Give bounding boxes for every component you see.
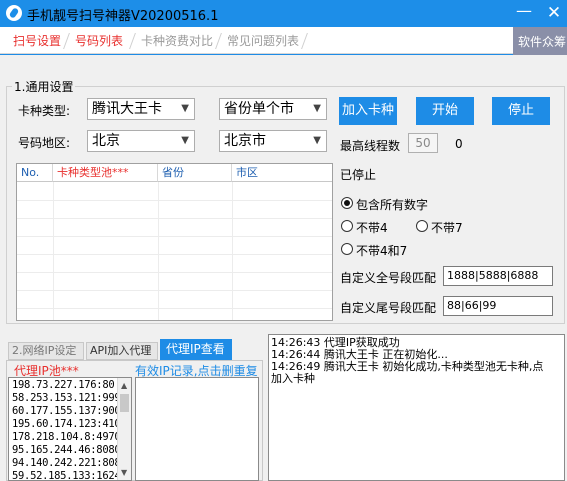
grid-line bbox=[17, 254, 332, 255]
province-value: 北京 bbox=[92, 133, 120, 149]
grid-line bbox=[53, 182, 54, 320]
ip-pool-list[interactable]: 198.73.227.176:80 58.253.153.121:9999 60… bbox=[8, 377, 132, 481]
start-button[interactable]: 开始 bbox=[416, 97, 474, 125]
grid-line bbox=[17, 200, 332, 201]
column-header-province[interactable]: 省份 bbox=[158, 164, 232, 182]
stop-button[interactable]: 停止 bbox=[492, 97, 550, 125]
no4and7-radio[interactable] bbox=[341, 243, 353, 255]
grid-line bbox=[17, 290, 332, 291]
tab-proxy-ip-view[interactable]: 代理IP查看 bbox=[160, 339, 232, 360]
tab-divider bbox=[129, 33, 136, 49]
grid-line bbox=[158, 182, 159, 320]
column-header-city[interactable]: 市区 bbox=[232, 164, 332, 182]
add-card-button[interactable]: 加入卡种 bbox=[339, 97, 397, 125]
app-logo-icon bbox=[6, 5, 22, 21]
all-digits-label[interactable]: 包含所有数字 bbox=[356, 196, 428, 213]
full-match-input[interactable]: 1888|5888|6888 bbox=[443, 266, 553, 286]
max-threads-label: 最高线程数 bbox=[340, 139, 401, 153]
card-pool-grid[interactable]: No. 卡种类型池*** 省份 市区 bbox=[16, 163, 333, 321]
thread-count: 0 bbox=[455, 137, 463, 151]
scroll-down-icon[interactable]: ▼ bbox=[121, 468, 127, 477]
status-text: 已停止 bbox=[340, 168, 377, 182]
minimize-button[interactable]: — bbox=[512, 0, 536, 26]
tab-faq[interactable]: 常见问题列表 bbox=[227, 30, 299, 52]
grid-line bbox=[17, 218, 332, 219]
list-item[interactable]: 95.165.244.46:8080 bbox=[12, 444, 121, 456]
tail-match-input[interactable]: 88|66|99 bbox=[443, 296, 553, 316]
tab-network-ip[interactable]: 2.网络IP设定 bbox=[8, 342, 84, 360]
tab-scan-settings[interactable]: 扫号设置 bbox=[13, 30, 61, 52]
max-threads-input[interactable]: 50 bbox=[408, 133, 438, 153]
list-item[interactable]: 59.52.185.133:1624 bbox=[12, 470, 121, 480]
scroll-up-icon[interactable]: ▲ bbox=[121, 381, 127, 390]
tab-number-list[interactable]: 号码列表 bbox=[75, 30, 123, 52]
grid-line bbox=[17, 308, 332, 309]
valid-ip-list[interactable] bbox=[135, 377, 259, 481]
general-settings-legend: 1.通用设置 bbox=[12, 78, 76, 95]
tab-bar: 扫号设置 号码列表 卡种资费对比 常见问题列表 bbox=[0, 27, 567, 54]
chevron-down-icon: ▼ bbox=[181, 103, 189, 114]
no7-radio[interactable] bbox=[416, 220, 428, 232]
chevron-down-icon: ▼ bbox=[313, 103, 321, 114]
tab-divider bbox=[63, 33, 70, 49]
tab-divider bbox=[301, 33, 308, 49]
card-type-select[interactable]: 腾讯大王卡 ▼ bbox=[87, 98, 195, 120]
grid-line bbox=[17, 272, 332, 273]
city-value: 北京市 bbox=[224, 133, 266, 149]
tab-api-proxy[interactable]: API加入代理 bbox=[86, 342, 158, 360]
province-mode-select[interactable]: 省份单个市 ▼ bbox=[219, 98, 327, 120]
column-header-no[interactable]: No. bbox=[17, 164, 53, 182]
window-title: 手机靓号扫号神器V20200516.1 bbox=[27, 9, 219, 24]
tab-card-compare[interactable]: 卡种资费对比 bbox=[141, 30, 213, 52]
list-item[interactable]: 94.140.242.221:8080 bbox=[12, 457, 127, 469]
card-type-value: 腾讯大王卡 bbox=[92, 101, 162, 117]
city-select[interactable]: 北京市 ▼ bbox=[219, 130, 327, 152]
grid-line bbox=[232, 182, 233, 320]
ip-list-scrollbar[interactable]: ▲ ▼ bbox=[117, 378, 131, 480]
log-line: 加入卡种 bbox=[271, 372, 315, 385]
no4and7-label[interactable]: 不带4和7 bbox=[356, 242, 407, 259]
scrollbar-thumb[interactable] bbox=[120, 394, 129, 412]
list-item[interactable]: 60.177.155.137:9000 bbox=[12, 405, 127, 417]
no7-label[interactable]: 不带7 bbox=[431, 219, 463, 236]
all-digits-radio[interactable] bbox=[341, 197, 353, 209]
list-item[interactable]: 178.218.104.8:4970 bbox=[12, 431, 121, 443]
tab-software-crowdfunding[interactable]: 软件众筹 bbox=[513, 27, 567, 57]
list-item[interactable]: 195.60.174.123:4109 bbox=[12, 418, 127, 430]
chevron-down-icon: ▼ bbox=[181, 135, 189, 146]
region-label: 号码地区: bbox=[18, 136, 71, 150]
no4-radio[interactable] bbox=[341, 220, 353, 232]
no4-label[interactable]: 不带4 bbox=[356, 219, 388, 236]
full-match-label: 自定义全号段匹配 bbox=[340, 271, 437, 285]
grid-line bbox=[17, 236, 332, 237]
card-type-label: 卡种类型: bbox=[18, 104, 71, 118]
province-select[interactable]: 北京 ▼ bbox=[87, 130, 195, 152]
column-header-card-type[interactable]: 卡种类型池*** bbox=[53, 164, 158, 182]
province-mode-value: 省份单个市 bbox=[224, 101, 294, 117]
tail-match-label: 自定义尾号段匹配 bbox=[340, 301, 437, 315]
log-output[interactable]: 14:26:43 代理IP获取成功 14:26:44 腾讯大王卡 正在初始化..… bbox=[268, 334, 565, 481]
tab-divider bbox=[215, 33, 222, 49]
list-item[interactable]: 58.253.153.121:9999 bbox=[12, 392, 127, 404]
close-button[interactable]: ✕ bbox=[541, 0, 567, 26]
chevron-down-icon: ▼ bbox=[313, 135, 321, 146]
list-item[interactable]: 198.73.227.176:80 bbox=[12, 379, 115, 391]
